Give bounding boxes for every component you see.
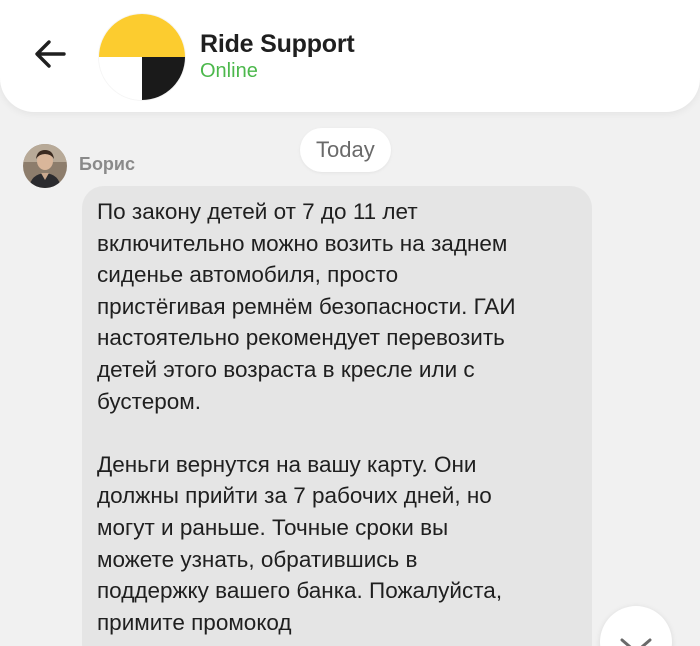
message-paragraph: Деньги вернутся на вашу карту. Они должн… xyxy=(97,451,503,635)
arrow-left-icon xyxy=(35,40,66,68)
back-button[interactable] xyxy=(28,32,72,76)
online-status: Online xyxy=(200,60,258,82)
chevron-down-icon xyxy=(620,638,652,646)
date-separator: Today xyxy=(300,128,391,172)
message-bubble: По закону детей от 7 до 11 лет включител… xyxy=(82,186,592,646)
scroll-down-button[interactable] xyxy=(600,606,672,646)
support-logo-avatar xyxy=(99,14,185,100)
sender-avatar xyxy=(23,144,67,188)
chat-title: Ride Support xyxy=(200,30,355,58)
chat-screen: Ride Support Online Today Борис По закон… xyxy=(0,0,700,646)
sender-name: Борис xyxy=(79,154,136,174)
chat-header: Ride Support Online xyxy=(0,0,700,112)
message-paragraph: По закону детей от 7 до 11 лет включител… xyxy=(97,199,516,414)
